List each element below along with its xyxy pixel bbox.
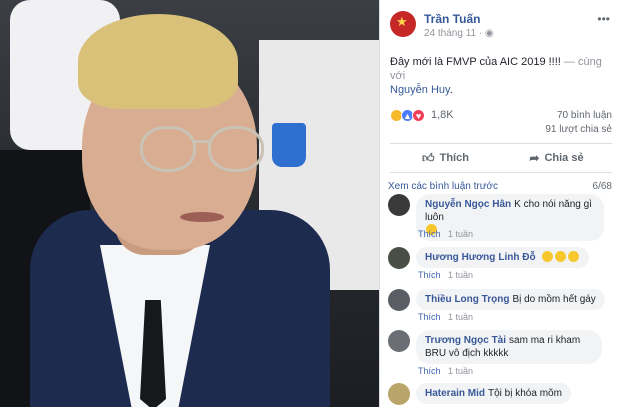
comment-text: Bị do mồm hết gáy [512,294,596,305]
subject-glasses [140,126,264,174]
post-time[interactable]: 24 tháng 11 · ◉ [424,28,494,39]
like-button[interactable]: 👍︎ Thích [390,144,501,172]
commenter-avatar[interactable] [388,194,410,216]
reactions-summary[interactable]: ▲ ♥ 1,8K [390,107,454,123]
laughing-emoji-icon [568,251,580,262]
background-cup [272,123,306,167]
comment-like-link[interactable]: Thích [418,229,441,239]
comment-text: Tội bị khóa mõm [488,388,562,399]
comment-time[interactable]: 1 tuần [448,366,473,376]
comment-time[interactable]: 1 tuần [448,229,473,239]
caption-text: Đây mới là FMVP của AIC 2019 !!!! [390,56,564,68]
globe-icon: ◉ [484,28,494,39]
comment-meta: Thích 1 tuần [418,366,473,376]
commenter-name[interactable]: Thiều Long Trọng [425,294,509,305]
post-actions: 👍︎ Thích ➦ Chia sẻ [390,143,612,173]
post-photo[interactable] [0,0,379,407]
commenter-name[interactable]: Hương Hương [425,252,495,263]
comments-count[interactable]: 70 bình luận [557,110,612,121]
commenter-name[interactable]: Trương Ngọc Tài [425,335,506,346]
subject-mouth [180,212,224,222]
tagged-person-link[interactable]: Nguyễn Huy [390,84,450,96]
post-time-text[interactable]: 24 tháng 11 · [424,28,485,39]
share-button-label: Chia sẻ [544,152,584,164]
laughing-emoji-icon [542,251,554,262]
commenter-avatar[interactable] [388,247,410,269]
comment-bubble: Hương Hương Linh Đỗ [416,247,590,268]
commenter-name[interactable]: Nguyễn Ngọc Hân [425,199,511,210]
comment-bubble: Thiều Long Trọng Bị do mồm hết gáy [416,289,605,310]
comment-time[interactable]: 1 tuần [448,270,473,280]
comment-meta: Thích 1 tuần [418,270,473,280]
comment-bubble: Haterain Mid Tội bị khóa mõm [416,383,571,404]
share-arrow-icon: ➦ [529,151,540,165]
view-previous-comments-link[interactable]: Xem các bình luận trước [388,181,498,192]
comment-bubble: Trương Ngọc Tài sam ma ri kham BRU vô địc… [416,330,602,364]
commenter-name[interactable]: Haterain Mid [425,388,485,399]
comment-page-count: 6/68 [592,181,612,192]
comment-like-link[interactable]: Thích [418,366,441,376]
commenter-avatar[interactable] [388,289,410,311]
author-name[interactable]: Trần Tuấn [424,12,480,26]
shares-count[interactable]: 91 lượt chia sẻ [545,124,612,135]
comment-like-link[interactable]: Thích [418,312,441,322]
laughing-emoji-icon [555,251,567,262]
commenter-avatar[interactable] [388,330,410,352]
commenter-avatar[interactable] [388,383,410,405]
comment-meta: Thích 1 tuần [418,312,473,322]
caption-end: . [449,84,453,96]
thumbs-up-icon: 👍︎ [422,150,435,165]
comment-time[interactable]: 1 tuần [448,312,473,322]
post-caption: Đây mới là FMVP của AIC 2019 !!!! — cùng… [390,55,615,97]
comment-like-link[interactable]: Thích [418,270,441,280]
post-header: Trần Tuấn 24 tháng 11 · ◉ ••• [380,0,620,44]
reaction-count[interactable]: 1,8K [431,109,454,121]
comment-meta: Thích 1 tuần [418,229,473,239]
more-options-icon[interactable]: ••• [597,12,610,26]
author-avatar[interactable] [390,11,416,37]
subject-hair [78,14,238,109]
like-button-label: Thích [439,152,469,164]
tagged-friend-link[interactable]: Linh Đỗ [498,252,535,263]
post-panel: Trần Tuấn 24 tháng 11 · ◉ ••• Đây mới là… [380,0,620,407]
love-reaction-icon: ♥ [412,108,425,122]
share-button[interactable]: ➦ Chia sẻ [501,144,612,172]
